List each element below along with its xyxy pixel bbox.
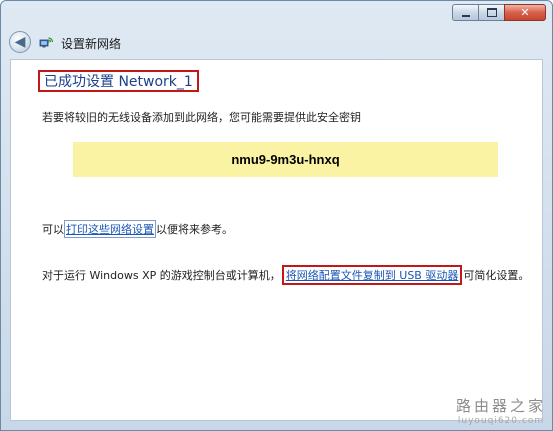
usb-line-prefix: 对于运行 Windows XP 的游戏控制台或计算机， <box>42 269 281 282</box>
copy-to-usb-link[interactable]: 将网络配置文件复制到 USB 驱动器 <box>281 265 463 285</box>
window-title: 设置新网络 <box>61 37 122 51</box>
minimize-button[interactable] <box>452 4 478 21</box>
window-controls: ✕ <box>452 4 546 21</box>
heading-highlight: 已成功设置 Network_1 <box>38 70 199 92</box>
print-line-suffix: 以便将来参考。 <box>156 223 233 236</box>
security-key-box: nmu9-9m3u-hnxq <box>73 142 498 177</box>
page-heading: 已成功设置 Network_1 <box>44 74 193 90</box>
print-settings-link[interactable]: 打印这些网络设置 <box>64 220 156 238</box>
minimize-icon <box>461 14 470 17</box>
usb-copy-line: 对于运行 Windows XP 的游戏控制台或计算机， 将网络配置文件复制到 U… <box>42 265 529 285</box>
maximize-button[interactable] <box>478 4 504 21</box>
security-key-info: 若要将较旧的无线设备添加到此网络，您可能需要提供此安全密钥 <box>42 111 361 124</box>
close-icon: ✕ <box>520 6 530 19</box>
maximize-icon <box>486 8 497 17</box>
usb-line-suffix: 可简化设置。 <box>463 269 530 282</box>
title-bar: ✕ <box>1 1 552 29</box>
nav-bar: ◀ 设置新网络 <box>1 29 552 59</box>
back-button[interactable]: ◀ <box>9 31 31 53</box>
wizard-window: ✕ ◀ 设置新网络 已成功设置 Network_1 若要将较旧的无线设备添加到此… <box>0 0 553 431</box>
print-settings-line: 可以 打印这些网络设置 以便将来参考。 <box>42 220 233 238</box>
print-line-prefix: 可以 <box>42 223 64 236</box>
back-arrow-icon: ◀ <box>14 34 26 50</box>
network-icon <box>39 37 54 48</box>
wizard-content: 已成功设置 Network_1 若要将较旧的无线设备添加到此网络，您可能需要提供… <box>10 59 543 421</box>
close-button[interactable]: ✕ <box>504 4 546 21</box>
security-key: nmu9-9m3u-hnxq <box>231 152 340 167</box>
